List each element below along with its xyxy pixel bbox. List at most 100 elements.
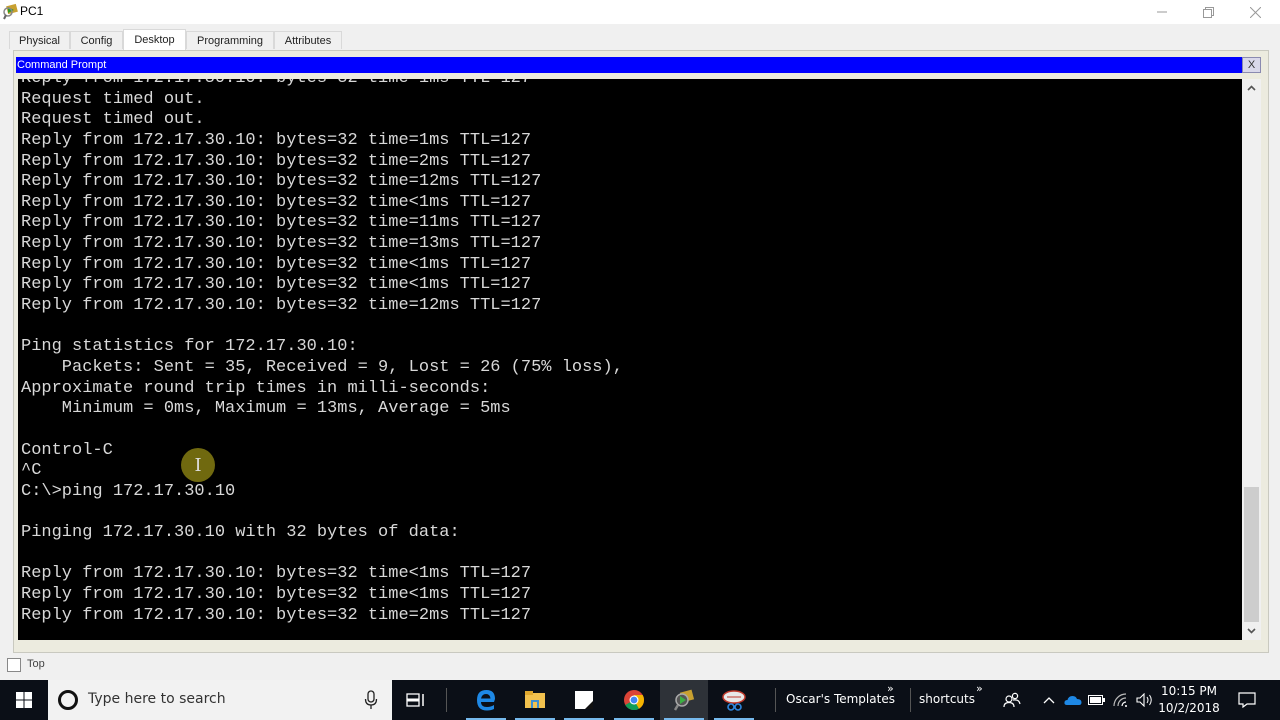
tab-config[interactable]: Config <box>70 31 123 49</box>
terminal-line: Reply from 172.17.30.10: bytes=32 time=1… <box>21 234 542 254</box>
packet-tracer-app-icon <box>3 3 18 20</box>
command-prompt-close-button[interactable]: X <box>1242 57 1261 73</box>
terminal-scrollbar[interactable] <box>1242 79 1261 640</box>
terminal-line: Pinging 172.17.30.10 with 32 bytes of da… <box>21 523 460 543</box>
clock-date: 10/2/2018 <box>1158 701 1220 715</box>
edge-icon <box>477 690 495 711</box>
taskbar-packet-tracer[interactable] <box>660 680 708 720</box>
toolbar-oscars-templates[interactable]: Oscar's Templates <box>786 692 895 706</box>
people-button[interactable] <box>989 680 1035 720</box>
tab-programming[interactable]: Programming <box>186 31 274 49</box>
terminal-line: Reply from 172.17.30.10: bytes=32 time=1… <box>21 296 542 316</box>
terminal-line: Minimum = 0ms, Maximum = 13ms, Average =… <box>21 399 511 419</box>
volume-icon <box>1136 693 1152 707</box>
terminal-line: Reply from 172.17.30.10: bytes=32 time=1… <box>21 213 542 233</box>
terminal-line: Reply from 172.17.30.10: bytes=32 time=2… <box>21 605 532 625</box>
packet-tracer-icon <box>673 689 695 711</box>
tab-desktop[interactable]: Desktop <box>123 29 186 50</box>
file-explorer-icon <box>525 691 545 708</box>
terminal-line: ^C <box>21 461 42 481</box>
restore-icon <box>1202 6 1214 18</box>
chrome-icon <box>624 690 645 711</box>
terminal-line: Reply from 172.17.30.10: bytes=32 time=2… <box>21 151 532 171</box>
taskbar-file-explorer[interactable] <box>511 680 559 720</box>
action-center-icon <box>1238 692 1256 708</box>
tab-bar: Physical Config Desktop Programming Attr… <box>0 24 1280 50</box>
top-checkbox-label: Top <box>27 658 45 670</box>
microphone-icon[interactable] <box>364 690 378 710</box>
terminal-line: Request timed out. <box>21 110 205 130</box>
taskbar-edge[interactable] <box>462 680 510 720</box>
command-prompt-title: Command Prompt <box>16 57 1242 73</box>
terminal-line: Reply from 172.17.30.10: bytes=32 time<1… <box>21 254 532 274</box>
wifi-button[interactable] <box>1109 680 1133 720</box>
taskbar: Type here to search Oscar's Templates » … <box>0 680 1280 720</box>
snipping-tool-icon <box>722 690 746 711</box>
scroll-down-button[interactable] <box>1242 622 1261 640</box>
terminal-line: Approximate round trip times in milli-se… <box>21 378 491 398</box>
battery-button[interactable] <box>1085 680 1109 720</box>
taskbar-clock[interactable]: 10:15 PM 10/2/2018 <box>1158 683 1220 717</box>
scroll-thumb[interactable] <box>1244 487 1259 622</box>
text-cursor-icon: I <box>194 454 202 476</box>
volume-button[interactable] <box>1133 680 1157 720</box>
taskbar-chrome[interactable] <box>610 680 658 720</box>
terminal-line: Reply from 172.17.30.10: bytes=32 time=1… <box>21 130 532 150</box>
terminal-line: Reply from 172.17.30.10: bytes=32 time<1… <box>21 585 532 605</box>
close-icon <box>1249 6 1261 18</box>
cortana-icon <box>58 690 78 710</box>
terminal-line: Reply from 172.17.30.10: bytes=32 time<1… <box>21 564 532 584</box>
taskbar-separator <box>446 688 447 712</box>
minimize-button[interactable] <box>1139 0 1185 24</box>
terminal-line: Ping statistics for 172.17.30.10: <box>21 337 358 357</box>
toolbar-shortcuts[interactable]: shortcuts <box>919 692 975 706</box>
taskbar-separator <box>775 688 776 712</box>
terminal-output[interactable]: Reply from 172.17.30.10: bytes=32 time=1… <box>18 79 1242 640</box>
battery-icon <box>1088 695 1105 705</box>
people-icon <box>1003 692 1021 708</box>
terminal-line: Reply from 172.17.30.10: bytes=32 time<1… <box>21 275 532 295</box>
search-placeholder: Type here to search <box>88 691 226 707</box>
taskbar-snipping-tool[interactable] <box>710 680 758 720</box>
terminal-line: Packets: Sent = 35, Received = 9, Lost =… <box>21 357 623 377</box>
terminal-lines: Reply from 172.17.30.10: bytes=32 time=1… <box>21 79 623 640</box>
clock-time: 10:15 PM <box>1161 684 1217 698</box>
scroll-up-button[interactable] <box>1242 79 1261 97</box>
onedrive-button[interactable] <box>1061 680 1085 720</box>
show-hidden-icons-button[interactable] <box>1037 680 1061 720</box>
task-view-icon <box>406 693 424 707</box>
start-button[interactable] <box>0 680 48 720</box>
action-center-button[interactable] <box>1224 680 1270 720</box>
terminal-line: Reply from 172.17.30.10: bytes=32 time=1… <box>21 79 623 90</box>
terminal-line: Reply from 172.17.30.10: bytes=32 time=1… <box>21 172 542 192</box>
window-titlebar: PC1 <box>0 0 1280 24</box>
tab-physical[interactable]: Physical <box>9 31 70 49</box>
toolbar-oscars-templates-chevron[interactable]: » <box>887 682 894 695</box>
chevron-up-icon <box>1043 697 1055 704</box>
window-title: PC1 <box>20 4 44 18</box>
taskbar-search-box[interactable]: Type here to search <box>48 680 392 720</box>
tab-attributes[interactable]: Attributes <box>274 31 342 49</box>
taskbar-sticky-notes[interactable] <box>560 680 608 720</box>
terminal-line: Control-C <box>21 440 113 460</box>
terminal-line: Request timed out. <box>21 89 205 109</box>
windows-logo-icon <box>16 692 32 708</box>
minimize-icon <box>1157 11 1167 13</box>
close-window-button[interactable] <box>1232 0 1278 24</box>
sticky-notes-icon <box>575 691 593 709</box>
wifi-icon <box>1113 693 1127 707</box>
toolbar-shortcuts-chevron[interactable]: » <box>976 682 983 695</box>
task-view-button[interactable] <box>392 680 440 720</box>
chevron-up-icon <box>1247 85 1256 91</box>
onedrive-cloud-icon <box>1064 695 1082 705</box>
restore-button[interactable] <box>1185 0 1231 24</box>
mouse-cursor-highlight: I <box>181 448 215 482</box>
top-checkbox[interactable] <box>7 658 21 672</box>
terminal-line: C:\>ping 172.17.30.10 <box>21 481 236 501</box>
taskbar-separator <box>910 688 911 712</box>
